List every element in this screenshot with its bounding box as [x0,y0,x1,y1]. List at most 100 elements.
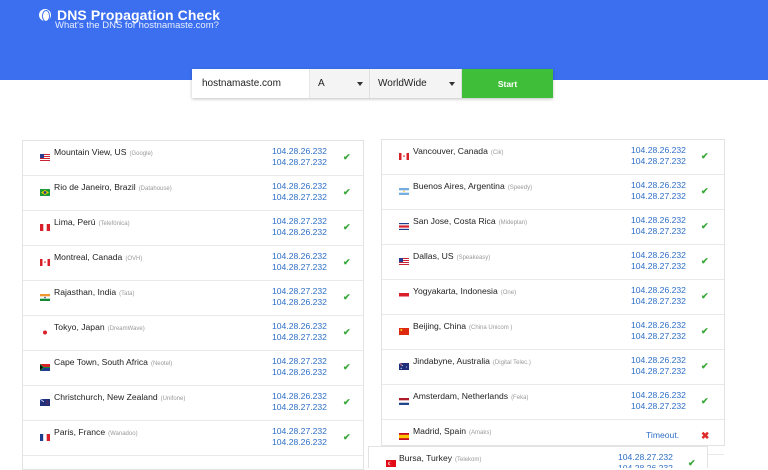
result-row: Cape Town, South Africa (Neotel) 104.28.27… [23,351,363,386]
flag-es-icon [399,427,409,440]
check-icon: ✔ [343,222,351,232]
result-row: Jindabyne, Australia (Digital Telec.) 104.… [382,350,724,385]
result-row: Yogyakarta, Indonesia (One) 104.28.26.232 1… [382,280,724,315]
ip-address: 104.28.27.232 [631,366,686,376]
location-label: Yogyakarta, Indonesia (One) [413,286,516,296]
location-name: Rajasthan, India [54,287,117,297]
ip-address: 104.28.26.232 [631,320,686,330]
flag-au-icon [398,357,409,370]
location-name: Paris, France [54,427,106,437]
isp-label: (Tata) [119,291,135,297]
location-name: Montreal, Canada [54,252,123,262]
isp-label: (Neotel) [150,361,173,367]
domain-input[interactable] [192,69,310,98]
ip-address: 104.28.26.232 [631,285,686,295]
location-label: Rajasthan, India (Tata) [54,287,134,297]
location-name: Christchurch, New Zealand [54,392,158,402]
ip-address: 104.28.26.232 [272,251,327,261]
check-icon: ✔ [701,186,709,196]
result-row: Tokyo, Japan (DreamWave) 104.28.26.232 104.… [23,316,363,351]
ip-address: 104.28.27.232 [631,226,686,236]
location-name: Mountain View, US [54,147,127,157]
result-row: Dallas, US (Speakeasy) 104.28.26.232 104.28… [382,245,724,280]
ip-address: 104.28.26.232 [272,146,327,156]
location-label: Tokyo, Japan (DreamWave) [54,322,145,332]
check-icon: ✔ [343,432,351,442]
check-icon: ✔ [701,361,709,371]
flag-ar-icon [399,182,409,195]
location-name: Cape Town, South Africa [54,357,148,367]
globe-icon [39,9,51,22]
flag-fr-icon [40,428,50,441]
check-icon: ✔ [701,291,709,301]
result-row: Lima, Perú (Telefónica) 104.28.27.232 104.2… [23,211,363,246]
isp-label: (Mideplan) [498,220,527,226]
location-name: Rio de Janeiro, Brazil [54,182,136,192]
check-icon: ✔ [701,151,709,161]
location-label: Rio de Janeiro, Brazil (Datahouse) [54,182,172,192]
location-name: Amsterdam, Netherlands [413,391,509,401]
ip-address: 104.28.27.232 [631,261,686,271]
result-row: Rajasthan, India (Tata) 104.28.27.232 104.2… [23,281,363,316]
ip-address: 104.28.27.232 [631,156,686,166]
result-row: Bursa, Turkey (Telekom) 104.28.27.232 104.2… [369,447,707,468]
ip-address: 104.28.27.232 [631,401,686,411]
flag-ca-icon [399,147,409,160]
ip-address: 104.28.27.232 [272,286,327,296]
ip-address: 104.28.27.232 [272,216,327,226]
ip-address: 104.28.26.232 [272,181,327,191]
isp-label: (Datahouse) [138,186,172,192]
flag-us-icon [399,252,409,265]
location-name: Lima, Perú [54,217,96,227]
flag-br-icon [40,183,50,196]
result-row: San Jose, Costa Rica (Mideplan) 104.28.26.… [382,210,724,245]
ip-address: 104.28.27.232 [618,452,673,462]
location-label: Mountain View, US (Google) [54,147,153,157]
flag-jp-icon [40,323,50,336]
results-panel-right: Vancouver, Canada (Cik) 104.28.26.232 104.2… [381,139,725,455]
check-icon: ✔ [701,326,709,336]
location-label: Bursa, Turkey (Telekom) [399,453,481,463]
flag-cn-icon [399,322,409,335]
result-row: Vancouver, Canada (Cik) 104.28.26.232 104.2… [382,140,724,175]
isp-label: (Feka) [511,395,529,401]
ip-address: 104.28.26.232 [272,391,327,401]
ip-address: 104.28.27.232 [631,296,686,306]
location-name: Madrid, Spain [413,426,467,436]
result-row: Montreal, Canada (OVH) 104.28.26.232 104.28… [23,246,363,281]
isp-label: (Telekom) [455,457,482,463]
ip-address: 104.28.26.232 [272,227,327,237]
location-label: Amsterdam, Netherlands (Feka) [413,391,528,401]
ip-address: 104.28.27.232 [272,356,327,366]
flag-pe-icon [40,218,50,231]
ip-address: 104.28.27.232 [272,262,327,272]
chevron-down-icon [449,81,455,86]
location-name: Buenos Aires, Argentina [413,181,505,191]
ip-address: 104.28.27.232 [272,426,327,436]
result-row: Buenos Aires, Argentina (Speedy) 104.28.26… [382,175,724,210]
isp-label: (Unifone) [160,396,186,402]
chevron-down-icon [357,81,363,86]
record-type-select[interactable]: A [310,69,370,98]
location-label: Madrid, Spain (Amaks) [413,426,491,436]
check-icon: ✔ [701,221,709,231]
flag-ca-icon [40,253,50,266]
region-select[interactable]: WorldWide [370,69,462,98]
timeout-text: Timeout. [646,430,680,440]
ip-address: 104.28.26.232 [631,180,686,190]
ip-address: 104.28.27.232 [631,191,686,201]
ip-address: 104.28.27.232 [631,331,686,341]
search-bar: A WorldWide Start [192,69,553,98]
isp-label: (DreamWave) [107,326,145,332]
check-icon: ✔ [343,152,351,162]
check-icon: ✔ [343,362,351,372]
isp-label: (Cik) [490,150,504,156]
check-icon: ✔ [701,396,709,406]
location-label: Beijing, China (China Unicom ) [413,321,512,331]
location-name: Yogyakarta, Indonesia [413,286,498,296]
location-name: Vancouver, Canada [413,146,488,156]
flag-cr-icon [399,217,409,230]
check-icon: ✔ [343,292,351,302]
result-row: Amsterdam, Netherlands (Feka) 104.28.26.23… [382,385,724,420]
start-button[interactable]: Start [462,69,553,98]
